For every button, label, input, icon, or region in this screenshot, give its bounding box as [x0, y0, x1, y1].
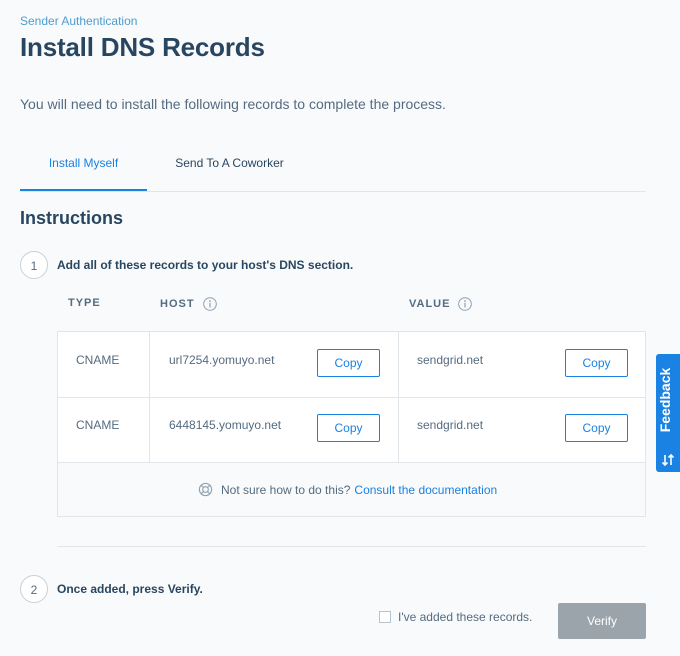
lifebuoy-icon [198, 482, 213, 497]
step-1-number: 1 [20, 251, 48, 279]
record-host: url7254.yomuyo.net [169, 353, 275, 367]
column-header-type: TYPE [68, 297, 101, 309]
help-message: Not sure how to do this? Consult the doc… [198, 482, 497, 497]
table-row: CNAME url7254.yomuyo.net Copy sendgrid.n… [58, 332, 645, 398]
intro-text: You will need to install the following r… [20, 96, 446, 112]
copy-host-button[interactable]: Copy [317, 349, 380, 377]
records-added-label[interactable]: I've added these records. [398, 610, 532, 624]
column-header-host: HOST [160, 297, 217, 311]
column-header-host-label: HOST [160, 298, 195, 310]
dns-records-table: CNAME url7254.yomuyo.net Copy sendgrid.n… [57, 331, 646, 517]
feedback-tab[interactable]: Feedback [656, 354, 680, 472]
record-host: 6448145.yomuyo.net [169, 418, 282, 432]
info-icon[interactable] [458, 297, 473, 311]
documentation-link[interactable]: Consult the documentation [354, 483, 497, 497]
step-2-number: 2 [20, 575, 48, 603]
record-type: CNAME [76, 418, 120, 432]
records-added-checkbox-group[interactable]: I've added these records. [379, 610, 532, 624]
record-value: sendgrid.net [417, 418, 484, 432]
records-added-checkbox[interactable] [379, 611, 391, 623]
column-divider [398, 332, 399, 397]
breadcrumb[interactable]: Sender Authentication [20, 14, 137, 28]
info-icon[interactable] [202, 297, 217, 311]
tab-send-to-coworker[interactable]: Send To A Coworker [147, 150, 312, 190]
column-header-value-label: VALUE [409, 298, 451, 310]
tab-bar: Install Myself Send To A Coworker [20, 150, 646, 192]
column-header-type-label: TYPE [68, 297, 101, 309]
column-header-value: VALUE [409, 297, 473, 311]
sort-arrows-icon [661, 453, 675, 467]
instructions-title: Instructions [20, 208, 124, 228]
feedback-label: Feedback [657, 367, 673, 433]
step-1-text: Add all of these records to your host's … [57, 258, 354, 272]
help-row: Not sure how to do this? Consult the doc… [58, 463, 645, 516]
verify-button[interactable]: Verify [558, 603, 646, 639]
section-divider [57, 546, 646, 547]
column-divider [398, 397, 399, 462]
record-value: sendgrid.net [417, 353, 484, 367]
tab-install-myself[interactable]: Install Myself [20, 150, 147, 191]
record-type: CNAME [76, 353, 120, 367]
column-divider [149, 397, 150, 462]
step-2-text: Once added, press Verify. [57, 582, 203, 596]
column-divider [149, 332, 150, 397]
copy-value-button[interactable]: Copy [565, 414, 628, 442]
help-text: Not sure how to do this? [221, 482, 351, 497]
copy-host-button[interactable]: Copy [317, 414, 380, 442]
table-row: CNAME 6448145.yomuyo.net Copy sendgrid.n… [58, 397, 645, 463]
page-title: Install DNS Records [20, 32, 265, 62]
copy-value-button[interactable]: Copy [565, 349, 628, 377]
